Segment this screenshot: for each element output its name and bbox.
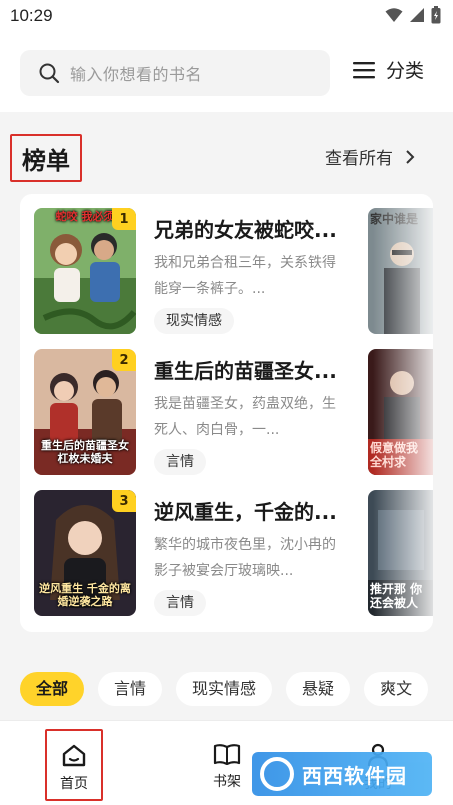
search-input[interactable]: 输入你想看的书名 [20, 50, 330, 96]
watermark-mark [260, 757, 294, 791]
book-item[interactable]: 蛇咬 我必须 1 兄弟的女友被蛇咬... 我和兄弟合租三年，关系铁得能穿一条裤子… [20, 208, 433, 336]
signal-icon [410, 8, 424, 22]
status-icons [385, 6, 441, 24]
chip-romance[interactable]: 言情 [98, 672, 163, 706]
side-book-cover[interactable]: 推开那 你还会被人 [368, 490, 433, 616]
home-icon [62, 744, 86, 767]
tab-bookshelf[interactable]: 书架 [197, 729, 257, 801]
watermark-text: 西西软件园 [302, 763, 407, 788]
menu-icon [353, 61, 375, 78]
book-description: 我和兄弟合租三年，关系铁得能穿一条裤子。... [154, 255, 336, 297]
tab-home-label: 首页 [60, 776, 88, 792]
category-chips: 全部 言情 现实情感 悬疑 爽文 [20, 672, 429, 706]
side-cover-caption: 假意做我 全村求 [370, 441, 419, 469]
ranking-card: 蛇咬 我必须 1 兄弟的女友被蛇咬... 我和兄弟合租三年，关系铁得能穿一条裤子… [20, 194, 433, 632]
status-time: 10:29 [10, 6, 53, 25]
side-cover-caption: 家中谁是 [370, 212, 419, 226]
book-cover[interactable]: 蛇咬 我必须 1 [34, 208, 136, 334]
book-tag[interactable]: 言情 [154, 590, 206, 616]
book-tag[interactable]: 现实情感 [154, 308, 234, 334]
book-title: 逆风重生，千金的... [154, 500, 337, 524]
ranking-title-box: 榜单 [10, 134, 82, 182]
view-all-label: 查看所有 [325, 149, 393, 169]
chip-cool-fiction[interactable]: 爽文 [364, 672, 429, 706]
book-tag[interactable]: 言情 [154, 449, 206, 475]
search-placeholder: 输入你想看的书名 [70, 65, 203, 84]
category-button[interactable]: 分类 [352, 56, 424, 83]
ranking-title: 榜单 [22, 146, 70, 175]
main-content: 榜单 查看所有 蛇咬 我必须 1 兄弟的女友被蛇咬... 我和兄弟合租三年，关系… [0, 112, 453, 720]
side-book-cover[interactable]: 假意做我 全村求 [368, 349, 433, 475]
chip-suspense[interactable]: 悬疑 [286, 672, 351, 706]
book-description: 繁华的城市夜色里，沈小冉的影子被宴会厅玻璃映... [154, 537, 336, 579]
battery-icon [431, 6, 441, 24]
book-cover[interactable]: 逆风重生 千金的离婚逆袭之路 3 [34, 490, 136, 616]
book-cover[interactable]: 重生后的苗疆圣女 杠枚未婚夫 2 [34, 349, 136, 475]
category-label: 分类 [386, 60, 425, 82]
book-item[interactable]: 重生后的苗疆圣女 杠枚未婚夫 2 重生后的苗疆圣女... 我是苗疆圣女，药蛊双绝… [20, 349, 433, 477]
chip-realistic-emotion[interactable]: 现实情感 [176, 672, 273, 706]
book-description: 我是苗疆圣女，药蛊双绝，生死人、肉白骨，一... [154, 396, 336, 438]
cover-caption: 逆风重生 千金的离婚逆袭之路 [39, 582, 131, 608]
tab-home[interactable]: 首页 [45, 729, 103, 801]
tab-bookshelf-label: 书架 [213, 774, 241, 790]
book-title: 兄弟的女友被蛇咬... [154, 218, 337, 242]
cover-caption: 重生后的苗疆圣女 杠枚未婚夫 [41, 439, 129, 465]
rank-badge: 1 [112, 208, 136, 230]
side-cover-caption: 推开那 你还会被人 [370, 582, 423, 610]
chip-all[interactable]: 全部 [20, 672, 85, 706]
rank-badge: 2 [112, 349, 136, 371]
chevron-right-icon [406, 149, 415, 164]
watermark-logo: 西西软件园 [252, 752, 432, 796]
rank-badge: 3 [112, 490, 136, 512]
book-icon [213, 744, 241, 765]
status-bar: 10:29 [0, 0, 453, 34]
search-icon [39, 63, 60, 84]
side-book-cover[interactable]: 家中谁是 [368, 208, 433, 334]
book-title: 重生后的苗疆圣女... [154, 359, 337, 383]
top-area: 输入你想看的书名 分类 [0, 34, 453, 112]
book-item[interactable]: 逆风重生 千金的离婚逆袭之路 3 逆风重生，千金的... 繁华的城市夜色里，沈小… [20, 490, 433, 618]
view-all-link[interactable]: 查看所有 [325, 144, 415, 169]
wifi-icon [385, 8, 403, 22]
